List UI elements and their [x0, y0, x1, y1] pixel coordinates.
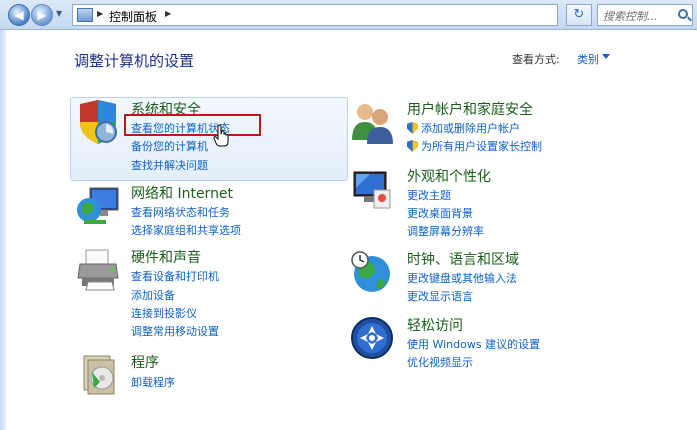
address-bar[interactable]: ▶ 控制面板 ▶ ▼ [72, 4, 632, 26]
refresh-button[interactable]: ↻ [566, 4, 592, 26]
link-change-display-language[interactable]: 更改显示语言 [407, 288, 473, 304]
link-homegroup-sharing[interactable]: 选择家庭组和共享选项 [131, 222, 241, 238]
ease-of-access-icon[interactable] [350, 316, 394, 360]
uac-shield-icon [407, 140, 418, 152]
category-title-user-accounts[interactable]: 用户帐户和家庭安全 [407, 99, 533, 119]
breadcrumb-control-panel[interactable]: 控制面板 [109, 8, 157, 25]
category-title-ease-of-access[interactable]: 轻松访问 [407, 315, 463, 335]
uac-shield-icon [407, 122, 418, 134]
highlight-annotation-box [124, 114, 261, 136]
link-troubleshoot[interactable]: 查找并解决问题 [131, 157, 208, 173]
clock-globe-icon[interactable] [350, 250, 394, 294]
recent-pages-dropdown-icon[interactable]: ▼ [56, 9, 62, 18]
network-globe-icon[interactable] [76, 184, 120, 228]
category-title-network-internet[interactable]: 网络和 Internet [131, 183, 233, 203]
link-screen-resolution[interactable]: 调整屏幕分辨率 [407, 223, 484, 239]
display-icon[interactable] [350, 168, 394, 212]
shield-pc-icon[interactable] [76, 100, 120, 144]
breadcrumb-chevron-icon[interactable]: ▶ [97, 9, 103, 18]
link-optimize-visual-display[interactable]: 优化视频显示 [407, 354, 473, 370]
back-button[interactable]: ◀ [8, 4, 30, 26]
hand-cursor-icon [213, 124, 229, 147]
link-change-keyboard[interactable]: 更改键盘或其他输入法 [407, 270, 517, 286]
search-input[interactable]: 搜索控制... [597, 4, 693, 26]
chevron-down-icon[interactable] [602, 54, 610, 59]
control-panel-icon [77, 8, 93, 22]
link-change-theme[interactable]: 更改主题 [407, 187, 451, 203]
link-uninstall-program[interactable]: 卸载程序 [131, 374, 175, 390]
link-windows-recommended-settings[interactable]: 使用 Windows 建议的设置 [407, 336, 540, 352]
category-title-appearance[interactable]: 外观和个性化 [407, 166, 491, 186]
view-by-label: 查看方式: [512, 53, 560, 66]
link-view-network-status[interactable]: 查看网络状态和任务 [131, 204, 230, 220]
view-by-dropdown[interactable]: 类别 [577, 51, 599, 67]
category-title-clock-region[interactable]: 时钟、语言和区域 [407, 249, 519, 269]
link-label: 添加或删除用户帐户 [421, 122, 520, 135]
page-title: 调整计算机的设置 [74, 52, 195, 70]
link-label: 为所有用户设置家长控制 [421, 140, 542, 153]
window-frame [0, 30, 6, 430]
category-title-programs[interactable]: 程序 [131, 352, 159, 372]
forward-button[interactable]: ▶ [31, 4, 53, 26]
link-backup-computer[interactable]: 备份您的计算机 [131, 138, 208, 154]
search-icon[interactable] [678, 9, 688, 19]
printer-icon[interactable] [76, 248, 120, 292]
users-icon[interactable] [350, 100, 394, 144]
category-title-hardware-sound[interactable]: 硬件和声音 [131, 247, 201, 267]
link-add-remove-accounts[interactable]: 添加或删除用户帐户 [407, 120, 520, 136]
programs-icon[interactable] [78, 352, 122, 396]
breadcrumb-chevron-icon[interactable]: ▶ [165, 9, 171, 18]
search-placeholder: 搜索控制... [603, 10, 658, 23]
link-mobility-settings[interactable]: 调整常用移动设置 [131, 323, 219, 339]
link-parental-controls[interactable]: 为所有用户设置家长控制 [407, 138, 542, 154]
link-change-background[interactable]: 更改桌面背景 [407, 205, 473, 221]
link-devices-printers[interactable]: 查看设备和打印机 [131, 268, 219, 284]
address-toolbar: ◀ ▶ ▼ ▶ 控制面板 ▶ ▼ ↻ 搜索控制... [0, 0, 697, 30]
link-connect-projector[interactable]: 连接到投影仪 [131, 305, 197, 321]
link-add-device[interactable]: 添加设备 [131, 287, 175, 303]
